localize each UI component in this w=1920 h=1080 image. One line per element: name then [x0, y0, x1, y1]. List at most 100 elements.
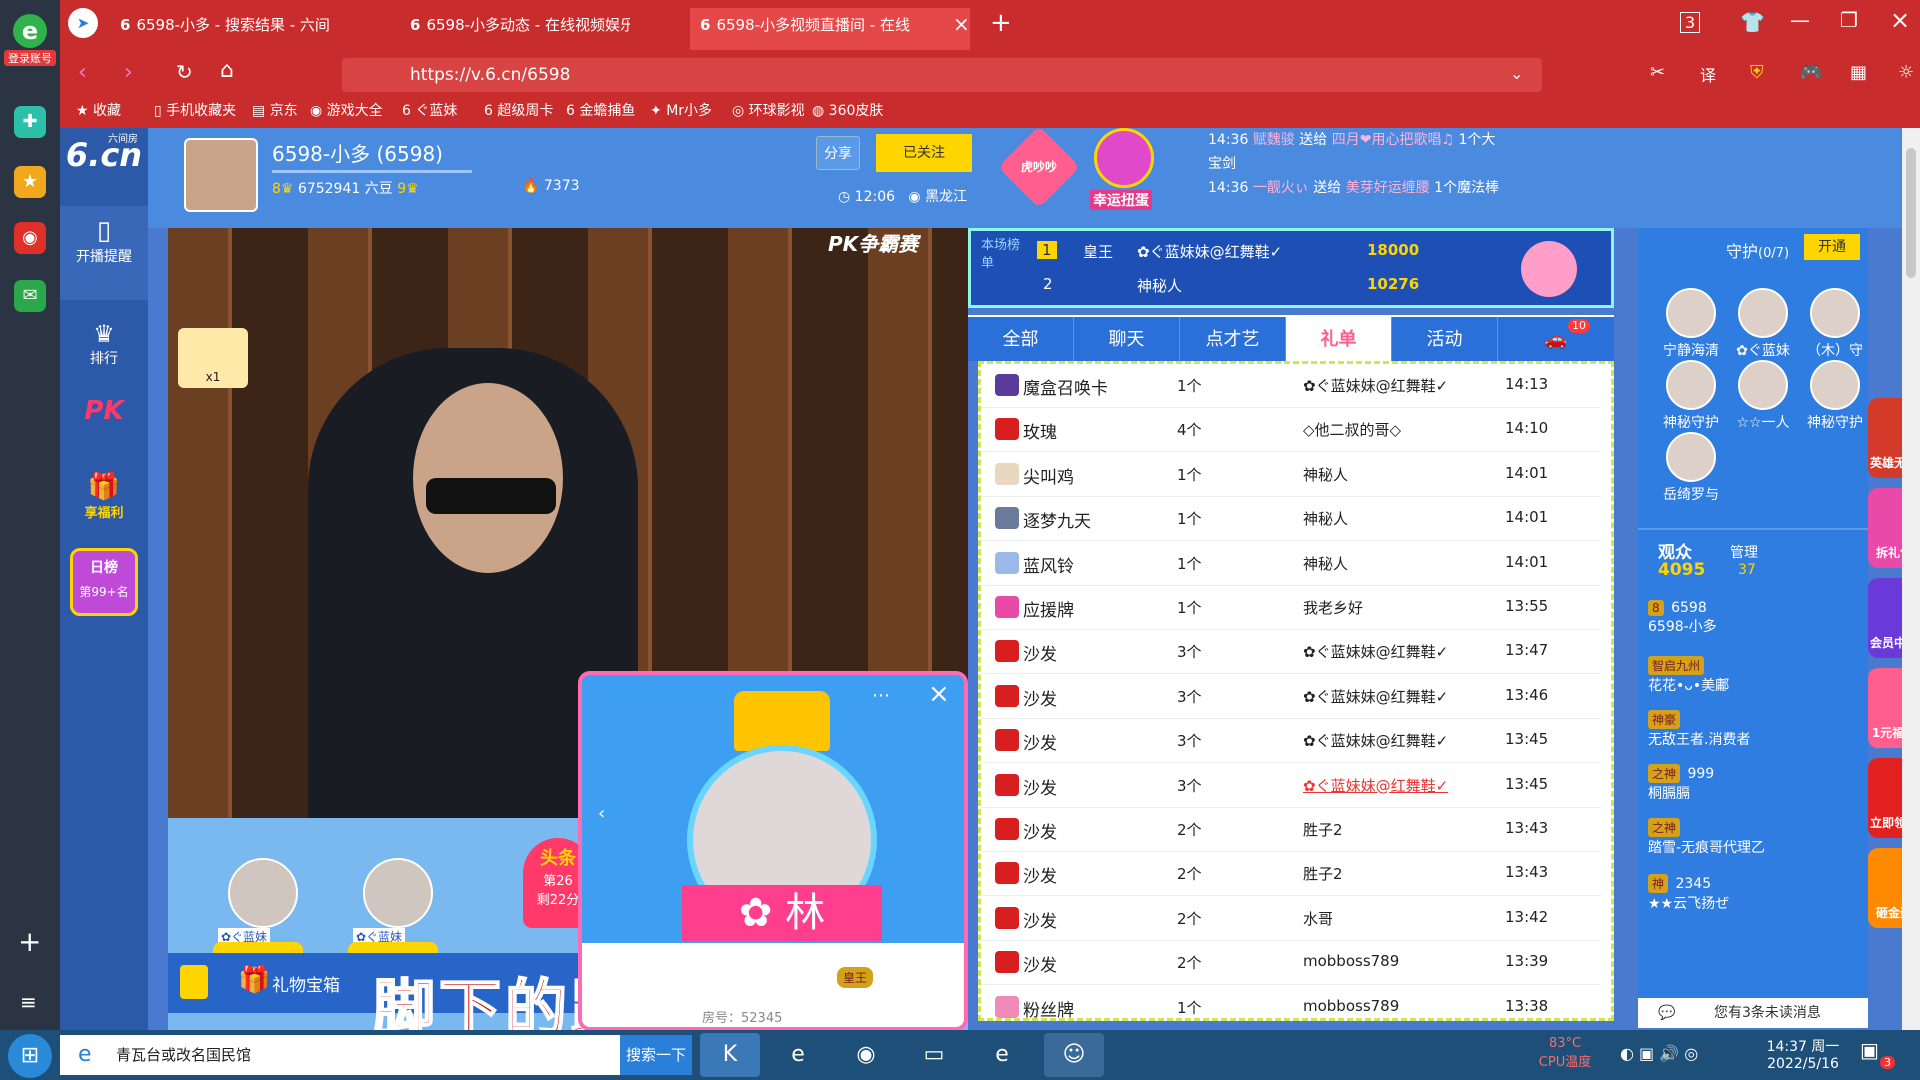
- audience-user[interactable]: 8 6598 6598-小多: [1648, 600, 1858, 636]
- browser-logo[interactable]: e 登录账号: [4, 14, 56, 70]
- close-window-icon[interactable]: ×: [1890, 6, 1910, 34]
- unread-messages[interactable]: 💬 您有3条未读消息: [1638, 998, 1868, 1028]
- bookmark-item[interactable]: ★ 收藏: [76, 100, 121, 120]
- game-icon[interactable]: 🎮: [1800, 62, 1822, 83]
- lucky-label[interactable]: 幸运扭蛋: [1090, 190, 1152, 210]
- gift-sender[interactable]: 胜子2: [1303, 863, 1343, 884]
- guard-avatar[interactable]: [1666, 360, 1716, 410]
- shirt-icon[interactable]: 👕: [1740, 10, 1765, 34]
- mail-icon[interactable]: ✉: [14, 280, 46, 312]
- bookmark-item[interactable]: ◎ 环球影视: [732, 100, 805, 120]
- bookmark-item[interactable]: ▯ 手机收藏夹: [154, 100, 236, 120]
- home-icon[interactable]: ⌂: [220, 58, 234, 83]
- browser-tab-active[interactable]: 6 6598-小多视频直播间 - 在线: [690, 8, 970, 50]
- kugou-icon[interactable]: K: [700, 1033, 760, 1077]
- ticker-user[interactable]: 一靓火ぃ: [1253, 180, 1309, 196]
- open-guard-button[interactable]: 开通: [1804, 234, 1860, 260]
- tab-count-icon[interactable]: 3: [1680, 12, 1701, 33]
- scroll-thumb[interactable]: [1906, 148, 1916, 278]
- gift-sender[interactable]: 水哥: [1303, 908, 1333, 929]
- refresh-icon[interactable]: ↻: [176, 60, 193, 84]
- live-app-icon[interactable]: ☺: [1044, 1033, 1104, 1077]
- bookmark-item[interactable]: 6 ぐ蓝妹: [402, 100, 457, 120]
- scissors-icon[interactable]: ✂: [1650, 62, 1665, 83]
- tab-chat[interactable]: 聊天: [1074, 317, 1180, 363]
- pk-link[interactable]: PK: [60, 396, 148, 426]
- share-button[interactable]: 分享: [816, 136, 860, 170]
- start-reminder[interactable]: ▯ 开播提醒: [60, 206, 148, 300]
- forward-icon[interactable]: ›: [124, 60, 133, 85]
- navigate-icon[interactable]: ➤: [68, 8, 98, 38]
- menu-icon[interactable]: ≡: [20, 990, 37, 1014]
- gift-sender[interactable]: ✿ぐ蓝妹妹@红舞鞋✓: [1303, 775, 1448, 796]
- guard-avatar[interactable]: [1810, 288, 1860, 338]
- more-icon[interactable]: ⋯: [872, 685, 890, 706]
- taskbar-search-input[interactable]: e 青瓦台或改名国民馆: [60, 1035, 620, 1075]
- tab-talent[interactable]: 点才艺: [1180, 317, 1286, 363]
- gift-sender[interactable]: ✿ぐ蓝妹妹@红舞鞋✓: [1303, 686, 1448, 707]
- manage-label[interactable]: 管理: [1730, 542, 1758, 562]
- tab-activity[interactable]: 活动: [1392, 317, 1498, 363]
- audience-user[interactable]: 神 2345 ★★云飞扬ぜ: [1648, 874, 1858, 913]
- guard-avatar[interactable]: [1738, 288, 1788, 338]
- ticker-target[interactable]: 四月❤用心把歌唱♫: [1332, 132, 1454, 148]
- gift-sender[interactable]: ✿ぐ蓝妹妹@红舞鞋✓: [1303, 641, 1448, 662]
- anchor-avatar[interactable]: [184, 138, 258, 212]
- ranking-link[interactable]: ♛ 排行: [60, 310, 148, 368]
- audience-user[interactable]: 之神 999 桐膈膈: [1648, 764, 1858, 803]
- gift-sender[interactable]: 我老乡好: [1303, 597, 1363, 618]
- weibo-icon[interactable]: ◉: [14, 222, 46, 254]
- browser-tab[interactable]: 6 6598-小多动态 - 在线视频娱乐: [400, 8, 630, 50]
- guard-avatar[interactable]: [1810, 360, 1860, 410]
- pk-badge[interactable]: PK争霸赛: [828, 228, 918, 257]
- tab-all[interactable]: 全部: [968, 317, 1074, 363]
- ticker-user[interactable]: 赋魏骏: [1253, 132, 1295, 148]
- chevron-left-icon[interactable]: ‹: [598, 803, 605, 824]
- clock[interactable]: 14:37 周一 2022/5/16: [1758, 1036, 1848, 1072]
- tab-car[interactable]: 🚗 10: [1498, 317, 1614, 363]
- audience-user[interactable]: 智启九州 花花•ᴗ•美鄘: [1648, 656, 1858, 695]
- add-icon[interactable]: +: [18, 925, 41, 958]
- minimize-icon[interactable]: —: [1790, 8, 1810, 32]
- red-packet-icon[interactable]: [180, 965, 208, 999]
- folder-icon[interactable]: ▭: [904, 1033, 964, 1077]
- translate-icon[interactable]: 译: [1700, 62, 1716, 86]
- bookmark-item[interactable]: 6 金蟾捕鱼: [566, 100, 635, 120]
- user-card-popup[interactable]: ⋯ × ‹ ✿ 林 房号：52345 皇王: [578, 671, 968, 1030]
- daily-rank-badge[interactable]: 日榜 第99+名: [70, 548, 138, 616]
- close-tab-icon[interactable]: ×: [953, 12, 970, 36]
- brightness-icon[interactable]: ☼: [1898, 62, 1914, 83]
- fuli-link[interactable]: 🎁 享福利: [60, 468, 148, 521]
- car-user-avatar[interactable]: [228, 858, 298, 928]
- bookmark-item[interactable]: 6 超级周卡: [484, 100, 553, 120]
- ie-taskbar-icon[interactable]: e: [768, 1033, 828, 1077]
- gift-sender[interactable]: mobboss789: [1303, 997, 1399, 1015]
- tray-icons[interactable]: ◐ ▣ 🔊 ◎: [1620, 1044, 1698, 1063]
- gift-sender[interactable]: ◇他二叔的哥◇: [1303, 419, 1401, 440]
- back-icon[interactable]: ‹: [78, 60, 87, 85]
- gift-sender[interactable]: ✿ぐ蓝妹妹@红舞鞋✓: [1303, 375, 1448, 396]
- gift-sender[interactable]: 胜子2: [1303, 819, 1343, 840]
- close-icon[interactable]: ×: [928, 679, 950, 709]
- gift-sender[interactable]: 神秘人: [1303, 508, 1348, 529]
- browser-360-icon[interactable]: e: [972, 1033, 1032, 1077]
- shield-icon[interactable]: ⛨: [1750, 62, 1764, 83]
- car-user-avatar[interactable]: [363, 858, 433, 928]
- chrome-icon[interactable]: ◉: [836, 1033, 896, 1077]
- guard-avatar[interactable]: [1666, 288, 1716, 338]
- page-scrollbar[interactable]: [1902, 128, 1920, 1030]
- ticker-target[interactable]: 美芽好运缠腰: [1346, 180, 1430, 196]
- bookmark-item[interactable]: ◍ 360皮肤: [812, 100, 883, 120]
- star-app-icon[interactable]: ★: [14, 166, 46, 198]
- lucky-egg-icon[interactable]: [1094, 128, 1154, 188]
- url-input[interactable]: https://v.6.cn/6598: [342, 58, 1542, 92]
- bookmark-item[interactable]: ▤ 京东: [252, 100, 298, 120]
- rank-row[interactable]: 1 皇王 ✿ぐ蓝妹妹@红舞鞋✓ 18000: [1037, 237, 1597, 267]
- guard-avatar[interactable]: [1666, 432, 1716, 482]
- rank-row[interactable]: 2 神秘人 10276: [1037, 271, 1597, 301]
- gift-sender[interactable]: ✿ぐ蓝妹妹@红舞鞋✓: [1303, 730, 1448, 751]
- audience-user[interactable]: 神豪 无敌王者.消费者: [1648, 710, 1858, 749]
- browser-tab[interactable]: 6 6598-小多 - 搜索结果 - 六间: [110, 8, 340, 50]
- start-button[interactable]: ⊞: [8, 1034, 52, 1078]
- grid-icon[interactable]: ▦: [1850, 62, 1867, 83]
